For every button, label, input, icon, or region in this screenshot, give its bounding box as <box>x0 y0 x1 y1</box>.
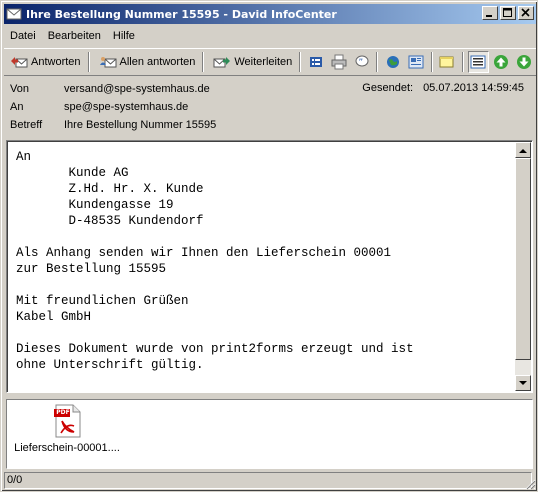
sent-label: Gesendet: <box>362 82 414 94</box>
minimize-button[interactable] <box>482 6 498 20</box>
sent-info: Gesendet: 05.07.2013 14:59:45 <box>362 82 524 94</box>
toolbar-separator <box>87 52 90 72</box>
close-button[interactable] <box>518 6 534 20</box>
toolbar-separator <box>299 52 302 72</box>
scroll-down-button[interactable] <box>515 375 531 391</box>
status-counter: 0/0 <box>4 472 532 489</box>
message-header: Von versand@spe-systemhaus.de An spe@spe… <box>4 79 536 137</box>
note-icon <box>439 56 454 68</box>
print-button[interactable] <box>328 51 349 73</box>
reply-all-label: Allen antworten <box>119 56 196 68</box>
attachment-item[interactable]: PDF Lieferschein-00001.... <box>11 404 123 454</box>
reply-all-button[interactable]: Allen antworten <box>95 50 200 74</box>
forward-button[interactable]: Weiterleiten <box>209 50 296 74</box>
scrollbar-thumb[interactable] <box>515 158 531 360</box>
toolbar-separator <box>430 52 433 72</box>
attachment-label: Lieferschein-00001.... <box>14 442 120 454</box>
scroll-up-button[interactable] <box>515 142 531 158</box>
resize-grip-icon[interactable] <box>524 478 536 490</box>
folder-view-button[interactable] <box>406 51 427 73</box>
sent-value: 05.07.2013 14:59:45 <box>423 82 524 94</box>
reply-icon <box>10 54 28 70</box>
forward-icon <box>213 54 231 70</box>
arrow-down-icon <box>519 380 527 385</box>
title-bar[interactable]: Ihre Bestellung Nummer 15595 - David Inf… <box>4 4 536 24</box>
toolbar-separator <box>202 52 205 72</box>
reply-button[interactable]: Antworten <box>6 50 85 74</box>
vertical-scrollbar[interactable] <box>515 142 531 391</box>
menu-datei-label: Datei <box>10 29 36 42</box>
globe-icon <box>387 56 400 68</box>
previous-icon <box>494 55 509 69</box>
folder-view-icon <box>408 55 424 69</box>
next-button[interactable] <box>514 51 535 73</box>
envelope-icon <box>6 6 22 22</box>
menu-hilfe[interactable]: Hilfe <box>107 30 141 42</box>
header-toggle-button[interactable] <box>467 51 489 73</box>
toolbar: Antworten Allen antworten Weiterleiten ” <box>4 48 536 76</box>
reply-all-icon <box>99 54 117 70</box>
message-body-pane[interactable]: An Kunde AG Z.Hd. Hr. X. Kunde Kundengas… <box>6 140 533 393</box>
globe-button[interactable] <box>382 51 403 73</box>
to-label: An <box>10 101 24 113</box>
menu-datei[interactable]: Datei <box>4 30 42 42</box>
next-icon <box>517 55 532 69</box>
previous-button[interactable] <box>491 51 512 73</box>
from-label: Von <box>10 83 29 95</box>
menu-bearbeiten[interactable]: Bearbeiten <box>42 30 107 42</box>
arrow-up-icon <box>519 148 527 153</box>
reply-label: Antworten <box>31 56 81 68</box>
header-toggle-icon <box>470 55 486 69</box>
forward-label: Weiterleiten <box>234 56 293 68</box>
note-button[interactable] <box>437 51 458 73</box>
attachment-pane: PDF Lieferschein-00001.... <box>6 399 533 469</box>
message-body-text: An Kunde AG Z.Hd. Hr. X. Kunde Kundengas… <box>16 150 414 372</box>
svg-text:”: ” <box>358 58 363 68</box>
properties-button[interactable] <box>305 51 326 73</box>
window-title: Ihre Bestellung Nummer 15595 - David Inf… <box>26 7 337 21</box>
menu-bearbeiten-label: Bearbeiten <box>47 29 101 42</box>
toolbar-separator <box>461 52 464 72</box>
menu-hilfe-label: Hilfe <box>112 29 135 42</box>
status-bar: 0/0 <box>4 472 536 490</box>
from-value: versand@spe-systemhaus.de <box>64 83 210 95</box>
subject-label: Betreff <box>10 119 43 131</box>
print-icon <box>331 54 347 70</box>
pdf-icon-text: PDF <box>56 409 70 416</box>
properties-icon <box>309 57 322 67</box>
menu-bar: Datei Bearbeiten Hilfe <box>4 26 536 45</box>
subject-value: Ihre Bestellung Nummer 15595 <box>64 119 217 131</box>
toolbar-separator <box>376 52 379 72</box>
quote-icon: ” <box>355 55 369 68</box>
pdf-icon: PDF <box>52 404 82 438</box>
maximize-button[interactable] <box>500 6 516 20</box>
quote-button[interactable]: ” <box>351 51 372 73</box>
mail-window: Ihre Bestellung Nummer 15595 - David Inf… <box>0 0 538 492</box>
to-value: spe@spe-systemhaus.de <box>64 101 189 113</box>
